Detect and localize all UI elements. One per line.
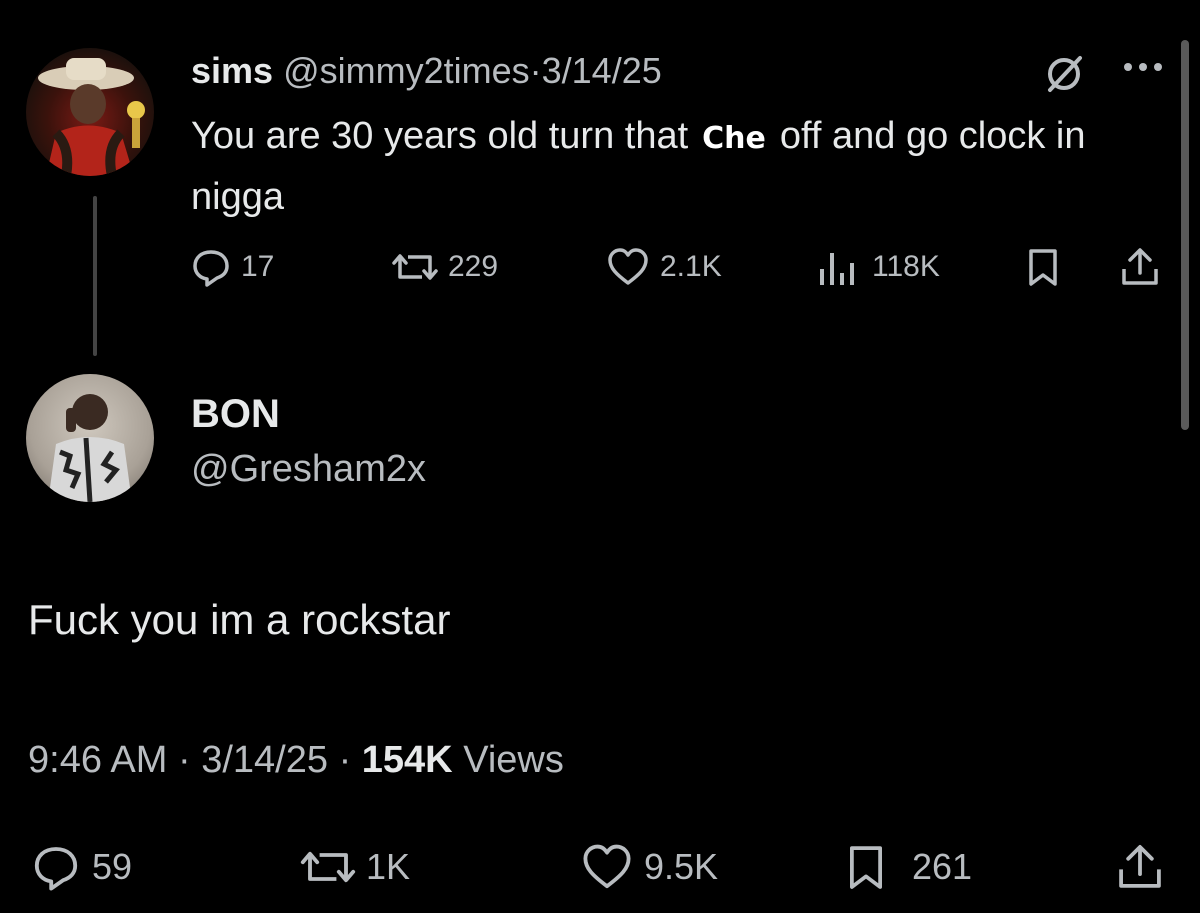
tweet-actions: 17 229 2.1K 118K: [0, 245, 1200, 289]
scrollbar[interactable]: [1181, 40, 1189, 430]
analytics-icon: [820, 253, 854, 285]
reply-repost-button[interactable]: 1K: [300, 843, 410, 891]
reply-icon: [193, 250, 229, 287]
reply-text: Fuck you im a rockstar: [28, 596, 451, 643]
bookmark-icon: [850, 846, 882, 889]
reply-bookmark-button[interactable]: 261: [846, 843, 972, 891]
reply-bookmark-count: 261: [912, 846, 973, 887]
reply-button[interactable]: 17: [191, 247, 274, 287]
share-button[interactable]: [1118, 247, 1162, 287]
reply-reply-button[interactable]: 59: [30, 843, 132, 891]
avatar-cowboy-hat: [38, 58, 145, 176]
reply-share-button[interactable]: [1114, 843, 1166, 891]
tweet-header: sims @simmy2times·3/14/25: [191, 50, 662, 92]
tweet-text-highlight: Che: [702, 121, 766, 156]
reply-reply-count: 59: [92, 846, 133, 887]
meta-separator: ·: [177, 739, 191, 781]
heart-icon: [608, 248, 648, 285]
reply-time[interactable]: 9:46 AM: [28, 739, 167, 781]
tweet-text: You are 30 years old turn that Che off and…: [191, 107, 1151, 226]
avatar-bon[interactable]: [26, 374, 154, 502]
reply-views-count: 154K: [361, 739, 453, 781]
reply-handle[interactable]: @Gresham2x: [191, 448, 426, 491]
share-icon: [1119, 845, 1161, 888]
reply-display-name[interactable]: BON: [191, 392, 280, 437]
like-count: 2.1K: [660, 250, 722, 283]
grok-icon[interactable]: [1042, 52, 1086, 96]
share-icon: [1122, 248, 1158, 285]
reply-icon: [34, 847, 78, 891]
reply-like-count: 9.5K: [644, 846, 719, 887]
reply-date[interactable]: 3/14/25: [201, 739, 328, 781]
views-count: 118K: [872, 250, 940, 283]
handle[interactable]: @simmy2times: [283, 50, 530, 91]
repost-icon: [300, 851, 356, 883]
tweet-text-before: You are 30 years old turn that: [191, 115, 689, 157]
reply-actions: 59 1K 9.5K 261: [0, 843, 1200, 891]
more-options-icon[interactable]: [1118, 52, 1168, 82]
separator: ·: [529, 50, 542, 91]
repost-count: 229: [448, 250, 499, 283]
display-name[interactable]: sims: [191, 50, 273, 91]
reply-views-label: Views: [463, 739, 564, 781]
like-button[interactable]: 2.1K: [606, 247, 722, 287]
tweet-date[interactable]: 3/14/25: [542, 50, 662, 91]
bookmark-button[interactable]: [1026, 247, 1060, 287]
reply-repost-count: 1K: [366, 846, 411, 887]
views-button[interactable]: 118K: [816, 247, 940, 287]
avatar-sims[interactable]: [26, 48, 154, 176]
meta-separator-2: ·: [338, 739, 352, 781]
reply-meta: 9:46 AM · 3/14/25 · 154K Views: [28, 739, 564, 782]
avatar-man-jacket: [48, 394, 132, 502]
repost-icon: [392, 254, 438, 280]
heart-icon: [583, 844, 631, 889]
repost-button[interactable]: 229: [392, 247, 498, 287]
bookmark-icon: [1029, 249, 1057, 286]
reply-like-button[interactable]: 9.5K: [580, 843, 718, 891]
reply-count: 17: [241, 250, 275, 283]
